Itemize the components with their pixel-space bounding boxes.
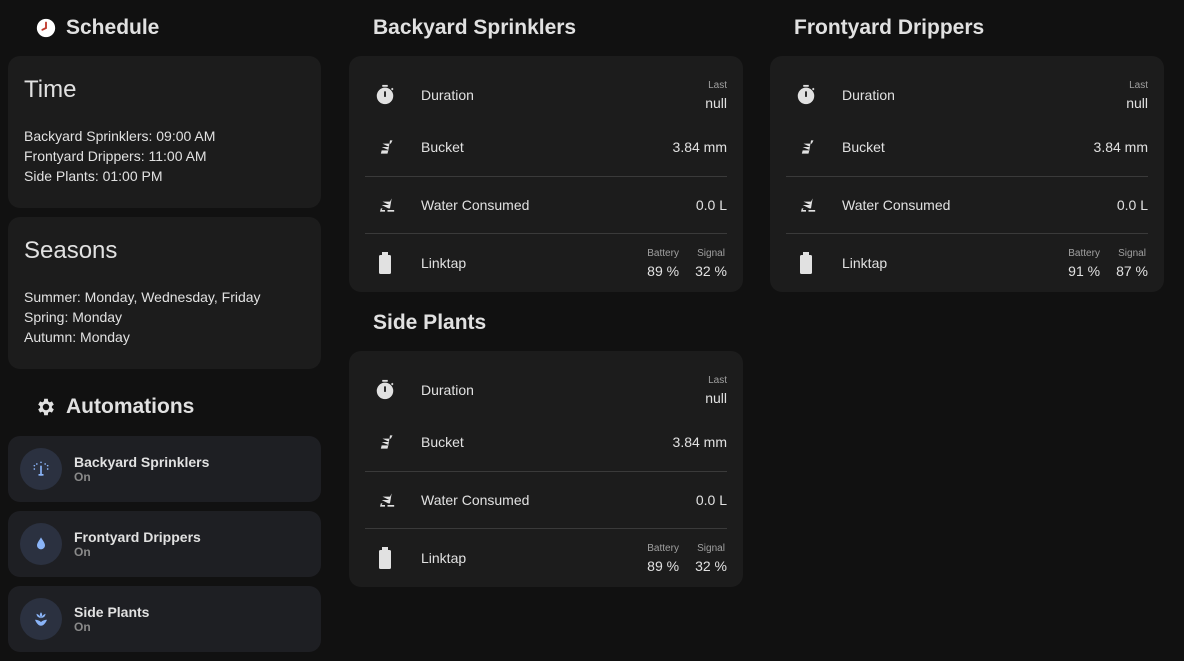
zone-title: Frontyard Drippers	[794, 16, 985, 39]
schedule-heading-text: Schedule	[66, 16, 160, 39]
zone-card-frontyard: Duration Last null Bucket 3.84 mm Water …	[770, 56, 1164, 292]
signal-value: 87 %	[1116, 262, 1148, 279]
timer-icon	[365, 379, 405, 401]
battery-value: 91 %	[1068, 262, 1101, 279]
battery-label: Battery	[647, 542, 679, 554]
bucket-row[interactable]: Bucket 3.84 mm	[365, 423, 727, 461]
time-card-title: Time	[24, 76, 77, 103]
automation-name: Backyard Sprinklers	[74, 454, 210, 470]
linktap-label: Linktap	[421, 550, 467, 566]
zone-card-side-plants: Duration Last null Bucket 3.84 mm Water …	[349, 351, 743, 587]
time-card: Time Backyard Sprinklers: 09:00 AM Front…	[8, 56, 321, 208]
automation-tile-frontyard[interactable]: Frontyard Drippers On	[8, 511, 321, 577]
bucket-row[interactable]: Bucket 3.84 mm	[786, 128, 1148, 166]
duration-label: Duration	[842, 87, 895, 103]
water-drop-icon	[20, 523, 62, 565]
automations-heading: Automations	[8, 378, 321, 436]
battery-icon	[365, 252, 405, 274]
middle-column: Backyard Sprinklers Duration Last null B…	[349, 0, 743, 587]
linktap-label: Linktap	[842, 255, 888, 271]
water-consumed-value: 0.0 L	[695, 197, 727, 213]
flower-icon	[20, 598, 62, 640]
battery-icon	[786, 252, 826, 274]
automation-name: Frontyard Drippers	[74, 529, 201, 545]
signal-label: Signal	[1118, 247, 1146, 259]
zone-card-backyard: Duration Last null Bucket 3.84 mm Water …	[349, 56, 743, 292]
last-label: Last	[708, 79, 727, 91]
zone-title: Backyard Sprinklers	[373, 16, 577, 39]
battery-value: 89 %	[647, 262, 680, 279]
water-consumed-value: 0.0 L	[695, 492, 727, 508]
bucket-icon	[365, 137, 405, 157]
timer-icon	[786, 84, 826, 106]
time-line: Backyard Sprinklers: 09:00 AM	[24, 128, 216, 144]
battery-icon	[365, 547, 405, 569]
left-column: Schedule Time Backyard Sprinklers: 09:00…	[8, 0, 321, 661]
automation-state: On	[74, 470, 91, 484]
timer-icon	[365, 84, 405, 106]
water-consumed-icon	[786, 195, 826, 215]
duration-row[interactable]: Duration Last null	[365, 351, 727, 423]
bucket-label: Bucket	[842, 139, 885, 155]
duration-label: Duration	[421, 87, 474, 103]
bucket-label: Bucket	[421, 434, 464, 450]
bucket-value: 3.84 mm	[1093, 139, 1148, 155]
linktap-label: Linktap	[421, 255, 467, 271]
water-consumed-label: Water Consumed	[421, 197, 530, 213]
water-row[interactable]: Water Consumed 0.0 L	[786, 177, 1148, 233]
seasons-card-title: Seasons	[24, 237, 118, 264]
water-consumed-label: Water Consumed	[842, 197, 951, 213]
duration-label: Duration	[421, 382, 474, 398]
sprinkler-icon	[20, 448, 62, 490]
signal-value: 32 %	[695, 557, 727, 574]
season-line: Spring: Monday	[24, 309, 123, 325]
automation-name: Side Plants	[74, 604, 150, 620]
seasons-card: Seasons Summer: Monday, Wednesday, Frida…	[8, 217, 321, 369]
duration-row[interactable]: Duration Last null	[365, 56, 727, 128]
time-line: Frontyard Drippers: 11:00 AM	[24, 148, 207, 164]
water-row[interactable]: Water Consumed 0.0 L	[365, 472, 727, 528]
season-line: Summer: Monday, Wednesday, Friday	[24, 289, 261, 305]
bucket-row[interactable]: Bucket 3.84 mm	[365, 128, 727, 166]
battery-label: Battery	[1068, 247, 1100, 259]
bucket-value: 3.84 mm	[672, 434, 727, 450]
signal-value: 32 %	[695, 262, 727, 279]
water-consumed-value: 0.0 L	[1116, 197, 1148, 213]
linktap-row[interactable]: Linktap Battery 89 % Signal 32 %	[365, 234, 727, 292]
zone-title: Side Plants	[373, 311, 487, 334]
bucket-label: Bucket	[421, 139, 464, 155]
clock-icon	[34, 16, 58, 40]
signal-label: Signal	[697, 247, 725, 259]
gear-icon	[34, 395, 58, 419]
duration-value: null	[705, 94, 727, 111]
bucket-icon	[786, 137, 826, 157]
automation-state: On	[74, 620, 91, 634]
signal-label: Signal	[697, 542, 725, 554]
season-line: Autumn: Monday	[24, 329, 130, 345]
battery-label: Battery	[647, 247, 679, 259]
bucket-value: 3.84 mm	[672, 139, 727, 155]
duration-value: null	[1126, 94, 1148, 111]
bucket-icon	[365, 432, 405, 452]
water-consumed-label: Water Consumed	[421, 492, 530, 508]
automation-tile-backyard[interactable]: Backyard Sprinklers On	[8, 436, 321, 502]
duration-row[interactable]: Duration Last null	[786, 56, 1148, 128]
schedule-heading: Schedule	[8, 0, 321, 56]
linktap-row[interactable]: Linktap Battery 91 % Signal 87 %	[786, 234, 1148, 292]
automation-state: On	[74, 545, 91, 559]
duration-value: null	[705, 389, 727, 406]
last-label: Last	[1129, 79, 1148, 91]
automation-tile-side-plants[interactable]: Side Plants On	[8, 586, 321, 652]
battery-value: 89 %	[647, 557, 680, 574]
right-column: Frontyard Drippers Duration Last null Bu…	[770, 0, 1164, 292]
water-consumed-icon	[365, 195, 405, 215]
time-line: Side Plants: 01:00 PM	[24, 168, 163, 184]
water-row[interactable]: Water Consumed 0.0 L	[365, 177, 727, 233]
last-label: Last	[708, 374, 727, 386]
automations-heading-text: Automations	[66, 395, 195, 418]
water-consumed-icon	[365, 490, 405, 510]
linktap-row[interactable]: Linktap Battery 89 % Signal 32 %	[365, 529, 727, 587]
